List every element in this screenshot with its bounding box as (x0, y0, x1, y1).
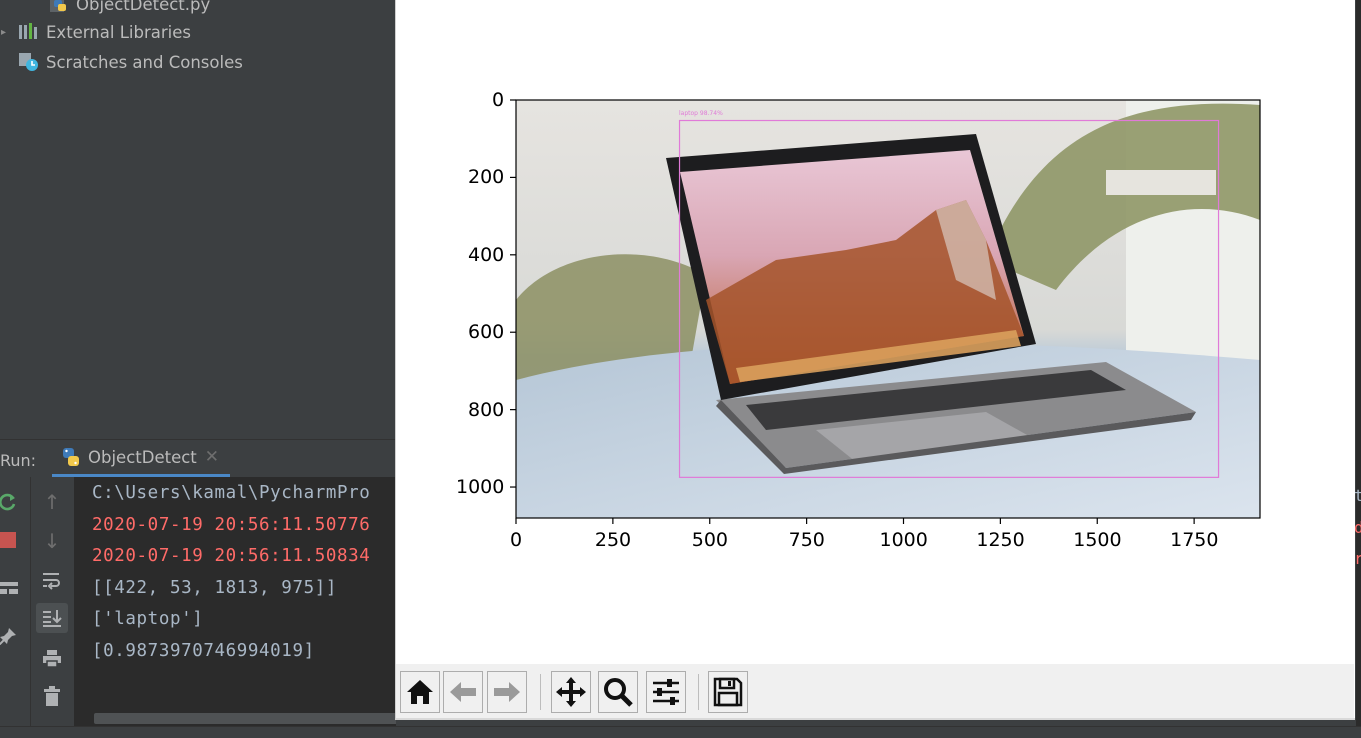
tab-objectdetect[interactable]: ObjectDetect ✕ (52, 440, 230, 477)
x-tick-label: 1250 (976, 529, 1025, 551)
y-tick-label: 200 (468, 166, 505, 189)
clear-all-button[interactable] (36, 681, 68, 711)
pan-button[interactable] (551, 671, 591, 713)
run-left-toolbar (0, 477, 30, 738)
y-tick-label: 400 (468, 243, 505, 266)
horizontal-scrollbar[interactable] (94, 713, 396, 724)
home-button[interactable] (400, 671, 440, 713)
x-tick-label: 500 (691, 529, 729, 551)
x-tick-label: 750 (788, 529, 825, 551)
library-icon (18, 22, 40, 42)
y-tick-label: 800 (468, 398, 505, 421)
back-button[interactable] (443, 671, 483, 713)
pan-icon (556, 677, 586, 707)
zoom-button[interactable] (598, 671, 638, 713)
zoom-icon (604, 678, 633, 707)
home-icon (407, 680, 433, 704)
tree-item-objectdetect-py[interactable]: ObjectDetect.py (48, 0, 210, 16)
rerun-icon (0, 493, 16, 511)
configure-subplots-icon (653, 679, 679, 705)
detection-label: laptop 98.74% (679, 110, 723, 117)
arrow-down-icon: ↓ (43, 529, 61, 553)
clipped-console-char: t (1354, 486, 1361, 505)
clipped-console-char: d (1354, 518, 1361, 537)
forward-icon (494, 682, 520, 702)
x-tick-label: 0 (510, 529, 523, 551)
matplotlib-figure-window: laptop 98.74% 0 250 500 750 1000 1250 1500 1750… (395, 0, 1355, 720)
toolbar-separator (698, 674, 699, 710)
arrow-up-icon: ↑ (43, 490, 61, 514)
x-tick-label: 1000 (879, 529, 928, 551)
configure-subplots-button[interactable] (646, 671, 686, 713)
console-line-error: 2020-07-19 20:56:11.50834 (92, 546, 371, 566)
tree-item-label: ObjectDetect.py (76, 0, 211, 14)
tree-item-label: External Libraries (46, 22, 191, 42)
console-output[interactable]: C:\Users\kamal\PycharmPro 2020-07-19 20:… (74, 477, 396, 738)
print-icon (43, 650, 61, 668)
python-file-icon (48, 0, 70, 14)
console-line: [[422, 53, 1813, 975]] (92, 578, 337, 598)
y-tick-label: 1000 (456, 476, 505, 499)
save-button[interactable] (708, 671, 748, 713)
pin-icon (0, 628, 16, 645)
scroll-up-button[interactable]: ↑ (36, 487, 68, 517)
scroll-to-end-icon (43, 610, 62, 627)
tree-item-external-libraries[interactable]: ▸ External Libraries (1, 20, 191, 44)
layout-button[interactable] (0, 573, 24, 603)
trash-icon (44, 686, 60, 706)
run-console-toolbar: ↑ ↓ (30, 477, 74, 738)
chevron-right-icon[interactable]: ▸ (1, 27, 6, 38)
x-tick-label: 1750 (1170, 529, 1219, 551)
console-line-error: 2020-07-19 20:56:11.50776 (92, 515, 371, 535)
x-tick-label: 250 (594, 529, 632, 551)
run-tab-label: ObjectDetect (88, 447, 197, 467)
python-icon (60, 446, 82, 468)
stop-button[interactable] (0, 525, 24, 555)
project-tree-panel: ObjectDetect.py ▸ External Libraries Scr… (0, 0, 396, 438)
forward-button[interactable] (487, 671, 527, 713)
console-line: [0.9873970746994019] (92, 641, 315, 661)
console-line: ['laptop'] (92, 609, 204, 629)
scratches-icon (18, 52, 40, 72)
photo-laptop (516, 100, 1260, 518)
editor-edge (1356, 0, 1361, 738)
toolbar-separator (540, 674, 541, 710)
matplotlib-toolbar (396, 664, 1354, 718)
status-bar (0, 726, 1361, 738)
layout-icon (0, 582, 18, 594)
image-axes[interactable]: laptop 98.74% (510, 99, 1261, 524)
save-icon (713, 677, 743, 707)
tree-item-label: Scratches and Consoles (46, 52, 243, 72)
back-icon (450, 682, 476, 702)
figure-canvas[interactable]: laptop 98.74% 0 250 500 750 1000 1250 1500 1750… (396, 0, 1354, 664)
pin-button[interactable] (0, 621, 24, 651)
rerun-button[interactable] (0, 487, 24, 517)
soft-wrap-button[interactable] (36, 565, 68, 595)
y-tick-label: 600 (468, 321, 505, 344)
run-panel-header: Run: ObjectDetect ✕ (0, 439, 396, 477)
stop-icon (0, 532, 16, 548)
y-tick-label: 0 (492, 89, 505, 111)
console-line: C:\Users\kamal\PycharmPro (92, 483, 371, 503)
run-label: Run: (0, 451, 37, 470)
image-plot: laptop 98.74% (510, 99, 1261, 524)
tree-item-scratches[interactable]: Scratches and Consoles (18, 50, 243, 74)
scroll-down-button[interactable]: ↓ (36, 526, 68, 556)
x-tick-label: 1500 (1073, 529, 1122, 551)
clipped-console-char: r (1354, 549, 1361, 568)
print-button[interactable] (36, 643, 68, 673)
close-icon[interactable]: ✕ (205, 447, 219, 467)
soft-wrap-icon (43, 573, 60, 590)
scroll-to-end-button[interactable] (36, 603, 68, 633)
